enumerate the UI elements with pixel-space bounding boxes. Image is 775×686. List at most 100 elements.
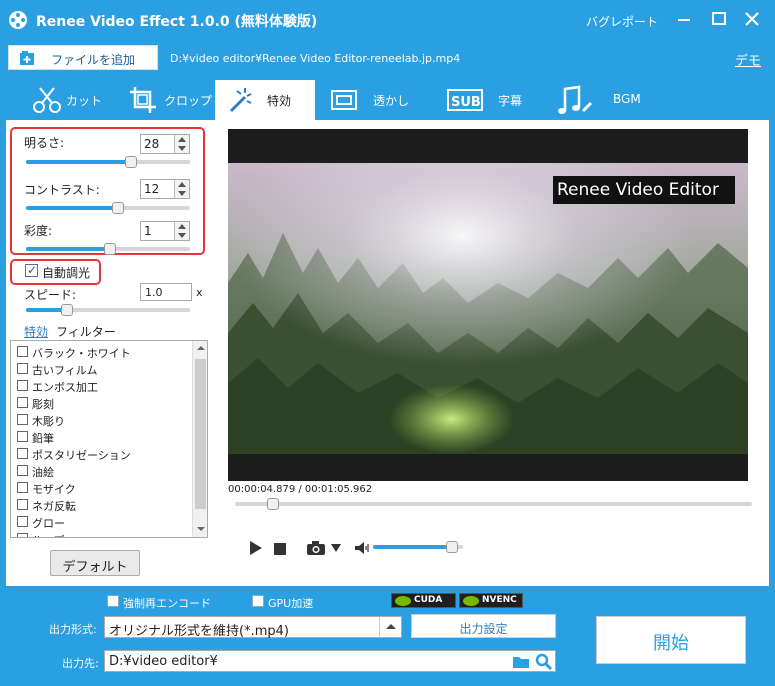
effect-list-item[interactable]: 木彫り <box>17 411 187 428</box>
output-path-field[interactable]: D:¥video editor¥ <box>104 650 556 672</box>
contrast-slider[interactable] <box>26 201 190 215</box>
format-dropdown-button[interactable] <box>379 617 401 637</box>
effect-checkbox[interactable] <box>17 482 28 493</box>
default-button[interactable]: デフォルト <box>50 550 140 576</box>
brightness-spinbox[interactable]: 28 <box>140 134 190 154</box>
scroll-down-icon[interactable] <box>197 527 205 531</box>
effect-checkbox[interactable] <box>17 499 28 510</box>
tab-filter-list[interactable]: フィルター <box>56 323 116 340</box>
output-settings-button[interactable]: 出力設定 <box>411 614 556 638</box>
minimize-icon[interactable] <box>673 8 695 30</box>
checkmark-icon: ✓ <box>27 263 38 277</box>
effect-list-item[interactable]: 彫刻 <box>17 394 187 411</box>
effect-checkbox[interactable] <box>17 363 28 374</box>
chevron-up-icon <box>386 624 396 629</box>
volume-slider[interactable] <box>373 540 463 554</box>
tab-crop[interactable]: クロップ <box>112 80 212 120</box>
effect-checkbox[interactable] <box>17 465 28 476</box>
film-reel-icon <box>9 11 27 29</box>
effect-list-item[interactable]: ループ <box>17 530 187 537</box>
effect-checkbox[interactable] <box>17 380 28 391</box>
saturation-slider-thumb[interactable] <box>103 243 116 255</box>
reencode-checkbox[interactable] <box>107 595 119 607</box>
format-select[interactable]: オリジナル形式を維持(*.mp4) <box>104 616 402 639</box>
brightness-spin-arrows[interactable] <box>174 135 189 153</box>
seek-thumb[interactable] <box>267 498 280 510</box>
subtitle-icon: SUB <box>447 89 483 111</box>
search-icon[interactable] <box>535 653 553 670</box>
play-icon[interactable] <box>249 541 263 555</box>
cuda-badge: CUDA <box>391 593 456 608</box>
effect-checkbox[interactable] <box>17 516 28 527</box>
gpu-checkbox[interactable] <box>252 595 264 607</box>
folder-icon[interactable] <box>512 654 530 669</box>
stop-icon[interactable] <box>274 543 286 555</box>
volume-thumb[interactable] <box>446 541 459 553</box>
effect-list-item[interactable]: グロー <box>17 513 187 530</box>
effect-list-item[interactable]: エンボス加工 <box>17 377 187 394</box>
effect-list: バラック・ホワイト 古いフィルム エンボス加工 彫刻 木彫り鉛筆 ポスタリゼーション油絵モ… <box>10 340 208 538</box>
watermark-icon <box>331 90 357 110</box>
speed-input[interactable]: 1.0 <box>140 283 192 301</box>
effect-list-item[interactable]: ポスタリゼーション <box>17 445 187 462</box>
saturation-spin-arrows[interactable] <box>174 222 189 240</box>
auto-light-checkbox[interactable]: ✓ <box>25 263 38 277</box>
bug-report-link[interactable]: バグレポート <box>586 13 658 30</box>
effect-label: 古いフィルム <box>32 364 98 377</box>
effect-checkbox[interactable] <box>17 414 28 425</box>
tab-subtitle[interactable]: SUB 字幕 <box>430 80 530 120</box>
chevron-down-icon[interactable] <box>331 544 341 552</box>
speed-label: スピード: <box>24 288 77 302</box>
brightness-slider[interactable] <box>26 155 190 169</box>
tab-watermark[interactable]: 透かし <box>323 80 423 120</box>
format-label: 出力形式: <box>49 623 97 636</box>
cut-icon <box>33 87 61 113</box>
brightness-value: 28 <box>144 137 160 151</box>
effect-checkbox[interactable] <box>17 346 28 357</box>
video-forest-frame <box>228 163 748 454</box>
tab-cut[interactable]: カット <box>6 80 104 120</box>
effect-checkbox[interactable] <box>17 397 28 408</box>
contrast-spinbox[interactable]: 12 <box>140 179 190 199</box>
tab-effect-list[interactable]: 特効 <box>24 323 48 340</box>
tab-bgm[interactable]: BGM <box>555 80 655 120</box>
saturation-spinbox[interactable]: 1 <box>140 221 190 241</box>
crop-icon <box>130 87 156 113</box>
tab-effects[interactable]: 特効 <box>215 80 315 120</box>
effect-list-item[interactable]: バラック・ホワイト <box>17 343 187 360</box>
contrast-slider-thumb[interactable] <box>111 202 124 214</box>
contrast-spin-arrows[interactable] <box>174 180 189 198</box>
speed-slider[interactable] <box>26 303 190 317</box>
effect-label: バラック・ホワイト <box>32 347 131 360</box>
effect-label: モザイク <box>32 483 76 496</box>
saturation-slider[interactable] <box>26 242 190 256</box>
start-button[interactable]: 開始 <box>596 616 746 664</box>
nvenc-badge: NVENC <box>459 593 523 608</box>
maximize-icon[interactable] <box>708 8 730 30</box>
auto-light-label: 自動調光 <box>42 266 91 280</box>
brightness-slider-thumb[interactable] <box>124 156 137 168</box>
seek-slider[interactable] <box>235 497 752 511</box>
add-file-button[interactable]: ファイルを追加 <box>8 45 158 70</box>
camera-icon[interactable] <box>306 540 326 556</box>
effect-list-item[interactable]: 古いフィルム <box>17 360 187 377</box>
scroll-up-icon[interactable] <box>197 346 205 350</box>
effect-list-item[interactable]: 鉛筆 <box>17 428 187 445</box>
effect-checkbox[interactable] <box>17 533 28 537</box>
demo-link[interactable]: デモ <box>735 50 761 69</box>
svg-text:SUB: SUB <box>451 95 481 110</box>
effect-list-scrollbar[interactable] <box>192 341 207 537</box>
speed-slider-thumb[interactable] <box>61 304 73 316</box>
effect-list-item[interactable]: ネガ反転 <box>17 496 187 513</box>
start-button-label: 開始 <box>653 633 689 654</box>
volume-icon[interactable] <box>354 541 370 555</box>
effect-label: 鉛筆 <box>32 432 54 445</box>
effect-list-item[interactable]: 油絵 <box>17 462 187 479</box>
effect-label: 油絵 <box>32 466 54 479</box>
effect-checkbox[interactable] <box>17 431 28 442</box>
effect-list-item[interactable]: モザイク <box>17 479 187 496</box>
scrollbar-thumb[interactable] <box>195 359 206 509</box>
output-path-value: D:¥video editor¥ <box>109 654 218 669</box>
effect-checkbox[interactable] <box>17 448 28 459</box>
close-icon[interactable] <box>741 8 763 30</box>
